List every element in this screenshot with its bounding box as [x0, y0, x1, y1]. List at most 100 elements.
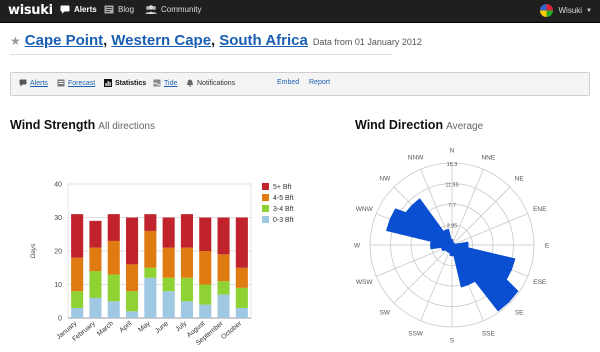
- tab-forecast[interactable]: Forecast: [57, 79, 95, 87]
- bar-segment: [162, 277, 175, 292]
- legend-label: 0-3 Bft: [273, 217, 294, 224]
- direction-label: SSE: [482, 330, 496, 337]
- wind-direction-chart: 3.85 7.7 11.55 15.3 N NNE NE ENE E ESE SE SSE S SSW SW…: [354, 148, 550, 345]
- tab-statistics[interactable]: Statistics: [104, 79, 146, 87]
- location-separator: ,: [211, 32, 216, 49]
- tab-tide[interactable]: Tide: [153, 79, 177, 87]
- top-navbar: wisuki Alerts Blog Community Wisuki ▼: [0, 0, 600, 23]
- statistics-icon: [104, 79, 112, 87]
- chevron-down-icon: ▼: [586, 7, 592, 14]
- direction-label: SW: [380, 310, 391, 317]
- wind-direction-subtitle: Average: [446, 121, 484, 132]
- bar-segment: [126, 217, 139, 265]
- bar-segment: [235, 307, 248, 318]
- bar-segment: [71, 307, 84, 318]
- tab-report-label: Report: [309, 79, 331, 86]
- bar-segment: [126, 311, 139, 318]
- direction-label: NNW: [408, 155, 424, 162]
- wind-strength-chart: 010203040DaysJanuaryFebruary March April Ma…: [30, 182, 294, 347]
- direction-label: E: [545, 243, 550, 250]
- bar-segment: [107, 214, 120, 241]
- x-tick-label: March: [96, 320, 115, 338]
- rose-spoke: [393, 244, 453, 304]
- star-icon[interactable]: ★: [10, 34, 21, 48]
- tab-alerts[interactable]: Alerts: [19, 79, 48, 87]
- bar-segment: [217, 254, 230, 282]
- user-menu[interactable]: Wisuki ▼: [540, 4, 592, 17]
- y-tick-label: 0: [58, 316, 62, 323]
- alert-icon: [60, 5, 70, 14]
- bar-segment: [71, 257, 84, 292]
- bar-segment: [126, 291, 139, 312]
- bar-segment: [217, 217, 230, 255]
- direction-label: NW: [379, 175, 391, 182]
- bar-segment: [162, 247, 175, 278]
- bar-segment: [107, 274, 120, 302]
- tab-embed-label: Embed: [277, 79, 300, 86]
- bar-segment: [199, 251, 212, 285]
- bar-segment: [217, 281, 230, 295]
- tab-report[interactable]: Report: [309, 79, 330, 86]
- bar-segment: [235, 287, 248, 308]
- legend-swatch: [262, 216, 269, 223]
- x-tick-label: October: [220, 320, 244, 341]
- user-name: Wisuki: [558, 6, 583, 15]
- rose-tick-label: 3.85: [447, 224, 458, 230]
- divider: [10, 54, 392, 55]
- location-point-link[interactable]: Cape Point: [25, 32, 103, 49]
- alert-icon: [19, 79, 27, 87]
- nav-blog[interactable]: Blog: [104, 5, 134, 14]
- tab-notifications[interactable]: Notifications: [186, 79, 235, 87]
- location-country-link[interactable]: South Africa: [219, 32, 308, 49]
- bar-segment: [71, 214, 84, 258]
- y-tick-label: 40: [54, 182, 62, 189]
- direction-label: SE: [515, 310, 524, 317]
- x-tick-label: June: [154, 320, 170, 335]
- wind-direction-heading: Wind Direction Average: [355, 118, 483, 132]
- location-region-link[interactable]: Western Cape: [111, 32, 211, 49]
- x-tick-label: July: [174, 320, 188, 334]
- bar-segment: [144, 214, 157, 231]
- forecast-icon: [57, 79, 65, 87]
- tab-alerts-label: Alerts: [30, 79, 48, 87]
- bar-segment: [89, 297, 102, 318]
- bar-segment: [180, 214, 193, 248]
- bar-segment: [180, 247, 193, 278]
- tab-tide-label: Tide: [164, 79, 178, 87]
- bar-segment: [199, 217, 212, 251]
- wind-direction-title: Wind Direction: [355, 118, 444, 132]
- bar-segment: [180, 277, 193, 302]
- bar-segment: [235, 217, 248, 268]
- bar-segment: [235, 267, 248, 288]
- tide-icon: [153, 79, 161, 87]
- bar-segment: [162, 291, 175, 318]
- location-separator: ,: [103, 32, 108, 49]
- direction-label: WSW: [356, 279, 373, 286]
- community-icon: [145, 5, 157, 14]
- legend-swatch: [262, 183, 269, 190]
- bar-segment: [89, 220, 102, 248]
- data-since-text: Data from 01 January 2012: [312, 37, 422, 47]
- bar-segment: [144, 267, 157, 278]
- y-tick-label: 30: [54, 215, 62, 222]
- nav-community[interactable]: Community: [145, 5, 201, 14]
- avatar: [540, 4, 554, 17]
- wind-strength-title: Wind Strength: [10, 118, 96, 132]
- x-tick-label: May: [137, 320, 152, 334]
- wind-strength-subtitle: All directions: [98, 121, 155, 132]
- wisuki-logo[interactable]: wisuki: [8, 3, 53, 18]
- y-tick-label: 10: [54, 282, 62, 289]
- nav-alerts-label: Alerts: [74, 5, 97, 14]
- bar-segment: [107, 301, 120, 318]
- bar-segment: [199, 304, 212, 318]
- tab-embed[interactable]: Embed: [277, 79, 299, 86]
- rose-spoke: [451, 186, 511, 246]
- direction-label: N: [450, 148, 455, 155]
- bar-segment: [162, 217, 175, 248]
- legend-label: 3-4 Bft: [273, 206, 294, 213]
- nav-alerts[interactable]: Alerts: [60, 5, 97, 14]
- bar-segment: [217, 294, 230, 318]
- legend-label: 5+ Bft: [273, 184, 292, 191]
- x-tick-label: April: [118, 320, 133, 334]
- tab-statistics-label: Statistics: [115, 79, 147, 87]
